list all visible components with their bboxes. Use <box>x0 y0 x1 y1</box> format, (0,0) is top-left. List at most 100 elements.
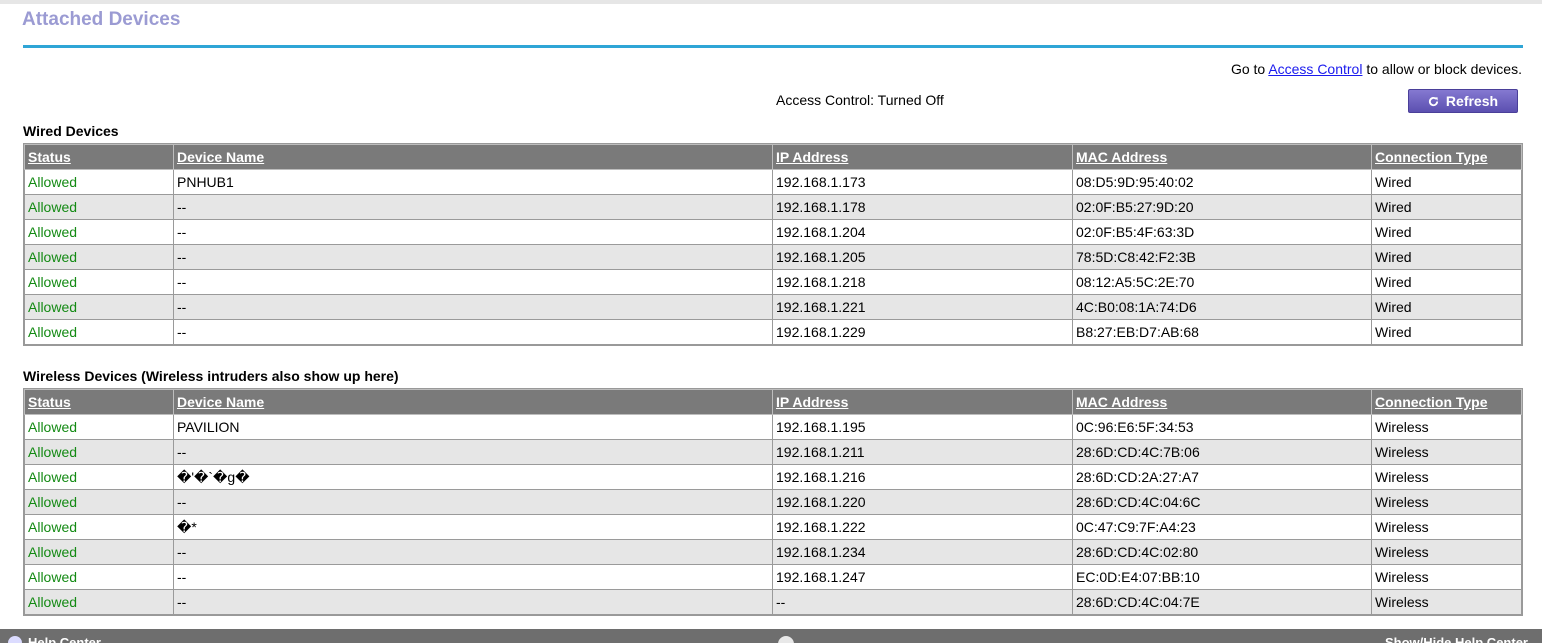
mac-address-cell: 08:D5:9D:95:40:02 <box>1072 169 1372 195</box>
device-name-cell: -- <box>173 294 773 320</box>
wireless-devices-title: Wireless Devices (Wireless intruders als… <box>23 368 399 384</box>
column-header[interactable]: Connection Type <box>1371 144 1522 170</box>
show-hide-help-button[interactable]: Show/Hide Help Center <box>1385 635 1528 643</box>
device-name-cell: -- <box>173 439 773 465</box>
ip-address-cell: 192.168.1.234 <box>772 539 1073 565</box>
table-row: Allowed -- 192.168.1.229 B8:27:EB:D7:AB:68 W… <box>24 319 1522 345</box>
table-row: Allowed -- 192.168.1.211 28:6D:CD:4C:7B:06 W… <box>24 439 1522 465</box>
ip-address-cell: 192.168.1.205 <box>772 244 1073 270</box>
bottom-bar: Help Center Show/Hide Help Center <box>0 629 1542 643</box>
ip-address-cell: 192.168.1.229 <box>772 319 1073 345</box>
table-header-row: Status Device Name IP Address MAC Address Co… <box>24 389 1522 415</box>
mac-address-cell: 28:6D:CD:4C:7B:06 <box>1072 439 1372 465</box>
connection-type-cell: Wired <box>1371 269 1522 295</box>
wireless-devices-table: Status Device Name IP Address MAC Address Co… <box>23 388 1523 616</box>
mac-address-cell: 28:6D:CD:4C:04:7E <box>1072 589 1372 615</box>
column-header[interactable]: Device Name <box>173 144 773 170</box>
refresh-icon <box>1428 96 1439 106</box>
access-control-hint: Go to Access Control to allow or block d… <box>1231 61 1522 77</box>
table-row: Allowed �* 192.168.1.222 0C:47:C9:7F:A4:23 W… <box>24 514 1522 540</box>
device-name-cell: -- <box>173 219 773 245</box>
table-row: Allowed -- 192.168.1.220 28:6D:CD:4C:04:6C W… <box>24 489 1522 515</box>
help-icon <box>8 635 22 643</box>
mac-address-cell: 4C:B0:08:1A:74:D6 <box>1072 294 1372 320</box>
device-name-cell: -- <box>173 319 773 345</box>
connection-type-cell: Wireless <box>1371 514 1522 540</box>
column-header[interactable]: IP Address <box>772 389 1073 415</box>
connection-type-cell: Wireless <box>1371 439 1522 465</box>
device-name-cell: PAVILION <box>173 414 773 440</box>
status-cell: Allowed <box>24 319 174 345</box>
column-header-label: IP Address <box>776 149 849 165</box>
column-header-label: Device Name <box>177 394 265 410</box>
connection-type-cell: Wireless <box>1371 589 1522 615</box>
mac-address-cell: 02:0F:B5:27:9D:20 <box>1072 194 1372 220</box>
device-name-cell: -- <box>173 194 773 220</box>
ip-address-cell: 192.168.1.222 <box>772 514 1073 540</box>
connection-type-cell: Wireless <box>1371 539 1522 565</box>
access-control-status: Access Control: Turned Off <box>776 92 944 108</box>
ip-address-cell: 192.168.1.247 <box>772 564 1073 590</box>
column-header-label: MAC Address <box>1076 149 1168 165</box>
attached-devices-page: Attached Devices Go to Access Control to… <box>22 4 1523 616</box>
status-cell: Allowed <box>24 169 174 195</box>
column-header[interactable]: IP Address <box>772 144 1073 170</box>
help-center-label: Help Center <box>28 635 101 643</box>
table-row: Allowed -- 192.168.1.204 02:0F:B5:4F:63:3D W… <box>24 219 1522 245</box>
table-row: Allowed -- 192.168.1.218 08:12:A5:5C:2E:70 W… <box>24 269 1522 295</box>
mac-address-cell: 0C:47:C9:7F:A4:23 <box>1072 514 1372 540</box>
status-cell: Allowed <box>24 439 174 465</box>
column-header[interactable]: Status <box>24 389 174 415</box>
status-cell: Allowed <box>24 269 174 295</box>
connection-type-cell: Wired <box>1371 319 1522 345</box>
ip-address-cell: -- <box>772 589 1073 615</box>
table-row: Allowed -- 192.168.1.205 78:5D:C8:42:F2:3B W… <box>24 244 1522 270</box>
status-cell: Allowed <box>24 464 174 490</box>
device-name-cell: �'�`�g� <box>173 464 773 490</box>
column-header[interactable]: Status <box>24 144 174 170</box>
collapse-handle-icon[interactable] <box>778 636 794 643</box>
connection-type-cell: Wired <box>1371 194 1522 220</box>
refresh-button[interactable]: Refresh <box>1408 89 1518 113</box>
goto-suffix: to allow or block devices. <box>1362 61 1522 77</box>
wired-devices-table: Status Device Name IP Address MAC Address Co… <box>23 143 1523 346</box>
column-header[interactable]: Connection Type <box>1371 389 1522 415</box>
table-row: Allowed -- 192.168.1.221 4C:B0:08:1A:74:D6 W… <box>24 294 1522 320</box>
column-header[interactable]: MAC Address <box>1072 144 1372 170</box>
ip-address-cell: 192.168.1.220 <box>772 489 1073 515</box>
device-name-cell: -- <box>173 269 773 295</box>
column-header-label: Connection Type <box>1375 394 1488 410</box>
device-name-cell: -- <box>173 539 773 565</box>
column-header-label: Device Name <box>177 149 265 165</box>
ip-address-cell: 192.168.1.178 <box>772 194 1073 220</box>
mac-address-cell: B8:27:EB:D7:AB:68 <box>1072 319 1372 345</box>
connection-type-cell: Wireless <box>1371 564 1522 590</box>
mac-address-cell: 0C:96:E6:5F:34:53 <box>1072 414 1372 440</box>
access-control-link[interactable]: Access Control <box>1268 61 1362 77</box>
column-header[interactable]: MAC Address <box>1072 389 1372 415</box>
ip-address-cell: 192.168.1.218 <box>772 269 1073 295</box>
table-row: Allowed �'�`�g� 192.168.1.216 28:6D:CD:2A:2… <box>24 464 1522 490</box>
column-header-label: Connection Type <box>1375 149 1488 165</box>
goto-prefix: Go to <box>1230 61 1269 77</box>
connection-type-cell: Wireless <box>1371 414 1522 440</box>
help-center-button[interactable]: Help Center <box>8 635 101 643</box>
status-cell: Allowed <box>24 589 174 615</box>
status-cell: Allowed <box>24 219 174 245</box>
table-row: Allowed -- 192.168.1.247 EC:0D:E4:07:BB:10 W… <box>24 564 1522 590</box>
mac-address-cell: 28:6D:CD:2A:27:A7 <box>1072 464 1372 490</box>
column-header-label: IP Address <box>776 394 849 410</box>
table-row: Allowed PAVILION 192.168.1.195 0C:96:E6:5F:… <box>24 414 1522 440</box>
device-name-cell: -- <box>173 244 773 270</box>
ip-address-cell: 192.168.1.216 <box>772 464 1073 490</box>
mac-address-cell: 02:0F:B5:4F:63:3D <box>1072 219 1372 245</box>
mac-address-cell: 08:12:A5:5C:2E:70 <box>1072 269 1372 295</box>
refresh-label: Refresh <box>1445 93 1499 109</box>
mac-address-cell: 78:5D:C8:42:F2:3B <box>1072 244 1372 270</box>
connection-type-cell: Wireless <box>1371 464 1522 490</box>
column-header-label: Status <box>28 149 71 165</box>
status-cell: Allowed <box>24 194 174 220</box>
column-header[interactable]: Device Name <box>173 389 773 415</box>
table-header-row: Status Device Name IP Address MAC Address Co… <box>24 144 1522 170</box>
column-header-label: Status <box>28 394 71 410</box>
